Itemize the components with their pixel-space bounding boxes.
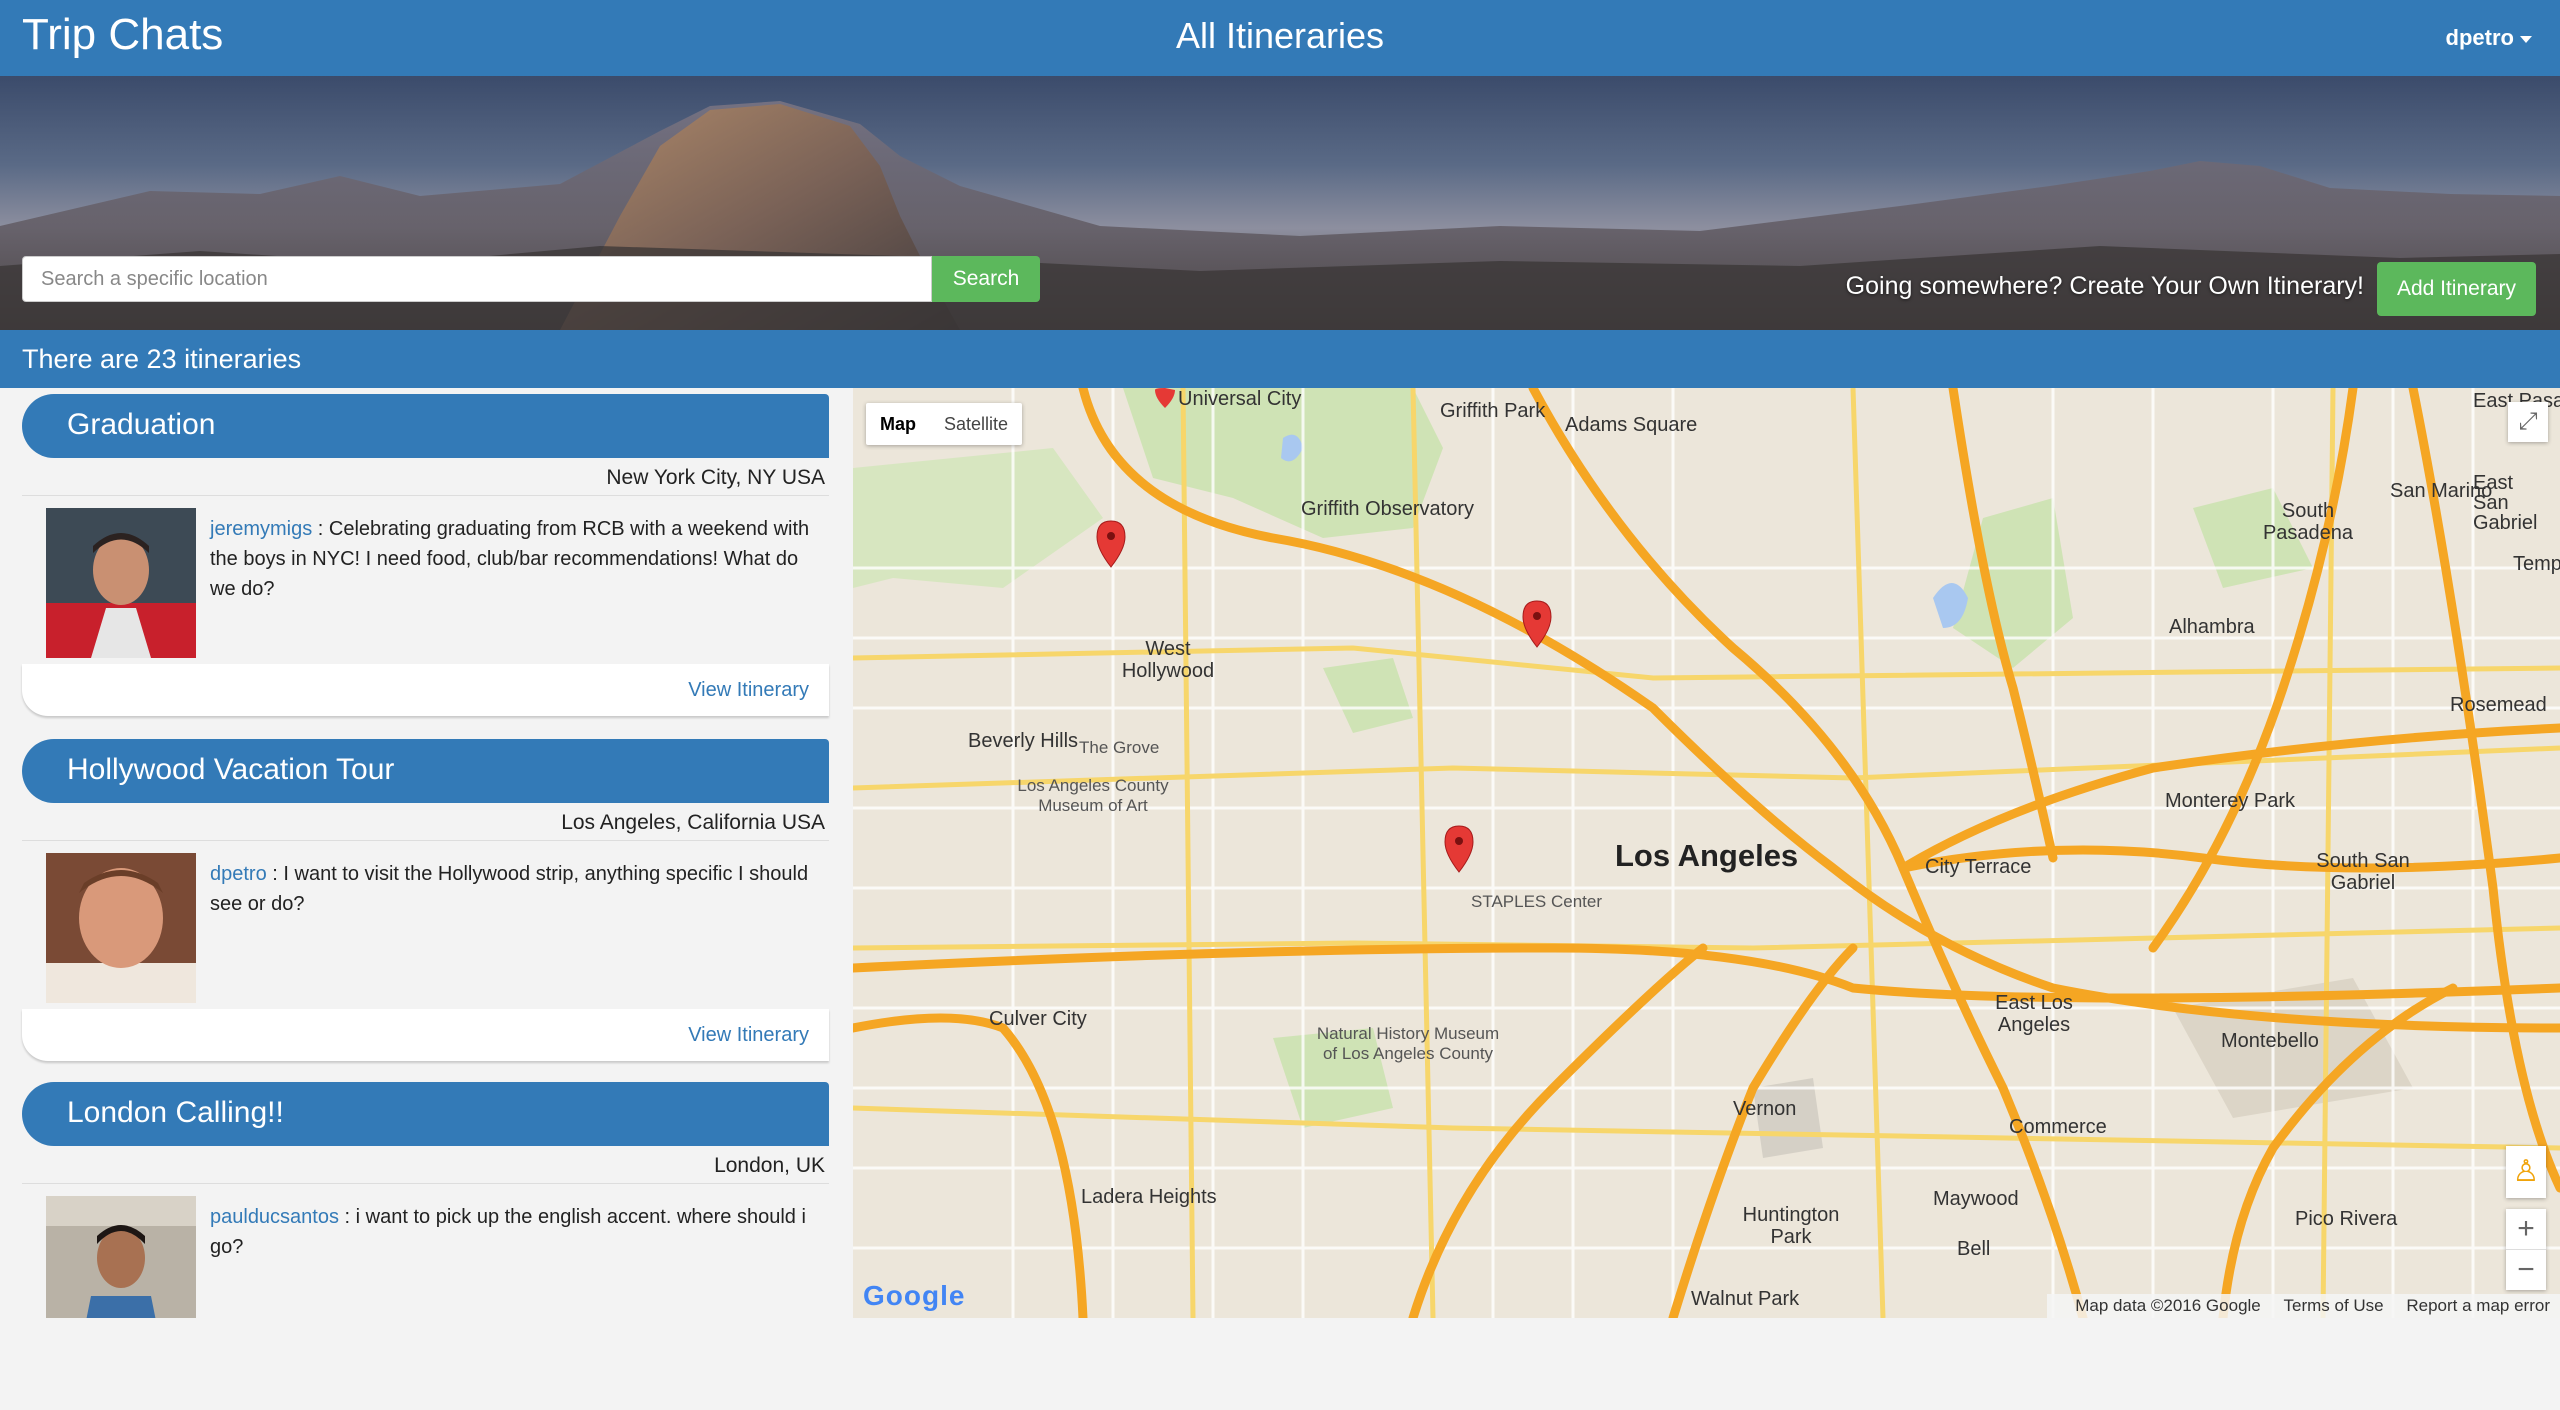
map-attribution: Map data ©2016 Google Terms of Use Repor… (2047, 1294, 2560, 1318)
itinerary-card: London Calling!! London, UK paulducsanto… (22, 1082, 829, 1318)
create-itinerary-prompt: Going somewhere? Create Your Own Itinera… (1845, 272, 2364, 300)
map-label: Alhambra (2169, 616, 2255, 638)
map-label: Montebello (2221, 1030, 2319, 1052)
map-label: Ladera Heights (1081, 1186, 1217, 1208)
google-logo[interactable]: Google (863, 1280, 965, 1312)
map-label: Bell (1957, 1238, 1991, 1260)
user-menu[interactable]: dpetro (2446, 25, 2532, 51)
map-label: Commerce (2009, 1116, 2107, 1138)
map-label: East Los Angeles (1995, 992, 2073, 1036)
map-type-map-button[interactable]: Map (866, 403, 930, 445)
view-itinerary-link[interactable]: View Itinerary (688, 1024, 809, 1046)
map-label: Vernon (1733, 1098, 1797, 1120)
search-input[interactable] (22, 256, 932, 302)
map-label-city: Los Angeles (1615, 838, 1799, 873)
google-logo-text: Google (863, 1280, 966, 1311)
map-label: Temple Cit (2513, 553, 2560, 575)
post-message: dpetro : I want to visit the Hollywood s… (210, 863, 809, 915)
navbar: Trip Chats All Itineraries dpetro (0, 0, 2560, 76)
map-label: South San Gabriel (2316, 850, 2410, 894)
map-label: City Terrace (1925, 856, 2032, 878)
terms-of-use-link[interactable]: Terms of Use (2284, 1296, 2384, 1315)
page-title: All Itineraries (1175, 15, 1385, 56)
map-type-satellite-button[interactable]: Satellite (930, 403, 1022, 445)
map-label: Griffith Observatory (1301, 498, 1475, 520)
itinerary-list: Graduation New York City, NY USA jeremym… (0, 388, 850, 1318)
map-data-text: Map data ©2016 Google (2075, 1296, 2261, 1315)
itinerary-title[interactable]: Graduation (22, 394, 829, 458)
hero-banner: Search Going somewhere? Create Your Own … (0, 76, 2560, 330)
map-label: Natural History Museum of Los Angeles Co… (1316, 1024, 1500, 1063)
itinerary-location: London, UK (22, 1146, 829, 1184)
itinerary-post: paulducsantos : i want to pick up the en… (22, 1184, 829, 1318)
map-label: Walnut Park (1691, 1288, 1800, 1310)
post-message: paulducsantos : i want to pick up the en… (210, 1206, 806, 1258)
map-label: The Grove (1079, 738, 1160, 757)
itinerary-title[interactable]: London Calling!! (22, 1082, 829, 1146)
map-label: Beverly Hills (968, 730, 1079, 752)
add-itinerary-button[interactable]: Add Itinerary (2376, 262, 2536, 316)
brand-link[interactable]: Trip Chats (22, 10, 223, 60)
map-marker[interactable] (1444, 825, 1474, 873)
street-view-pegman-icon[interactable]: ♙ (2506, 1146, 2546, 1198)
map-marker[interactable] (1096, 520, 1126, 568)
itinerary-card-footer: View Itinerary (22, 1009, 829, 1061)
itinerary-location: Los Angeles, California USA (22, 803, 829, 841)
avatar (46, 853, 196, 1003)
map-label: South Pasadena (2262, 500, 2354, 544)
map-label: Adams Square (1565, 414, 1698, 436)
zoom-out-button[interactable]: − (2506, 1250, 2546, 1290)
avatar (46, 508, 196, 658)
itinerary-location: New York City, NY USA (22, 458, 829, 496)
map-label: Rosemead (2450, 694, 2547, 716)
map-label: Griffith Park (1440, 400, 1546, 422)
search-button[interactable]: Search (932, 256, 1040, 302)
itinerary-card: Graduation New York City, NY USA jeremym… (22, 394, 829, 716)
user-menu-label: dpetro (2445, 25, 2514, 50)
view-itinerary-link[interactable]: View Itinerary (688, 679, 809, 701)
map-label: Monterey Park (2165, 790, 2296, 812)
avatar (46, 1196, 196, 1318)
post-author-link[interactable]: jeremymigs (210, 518, 312, 540)
map-label: Culver City (989, 1008, 1087, 1030)
itinerary-count: There are 23 itineraries (22, 344, 302, 374)
map-label: Los Angeles County Museum of Art (1017, 776, 1169, 815)
post-text: I want to visit the Hollywood strip, any… (210, 863, 809, 915)
post-message: jeremymigs : Celebrating graduating from… (210, 518, 810, 600)
map-label: Pico Rivera (2295, 1208, 2398, 1230)
post-author-link[interactable]: paulducsantos (210, 1206, 339, 1228)
post-author-link[interactable]: dpetro (210, 863, 267, 885)
zoom-in-button[interactable]: + (2506, 1209, 2546, 1249)
map-view[interactable]: Universal City Griffith Park East Pasade… (853, 388, 2560, 1318)
itinerary-post: dpetro : I want to visit the Hollywood s… (22, 841, 829, 1003)
map-label: East San Gabriel (2473, 472, 2538, 534)
map-label: West Hollywood (1121, 638, 1215, 682)
itinerary-card-footer: View Itinerary (22, 664, 829, 716)
itinerary-title[interactable]: Hollywood Vacation Tour (22, 739, 829, 803)
fullscreen-icon[interactable]: ⤢ (2508, 402, 2548, 442)
itinerary-post: jeremymigs : Celebrating graduating from… (22, 496, 829, 658)
report-map-error-link[interactable]: Report a map error (2406, 1296, 2550, 1315)
map-type-toggle: Map Satellite (866, 403, 1023, 445)
map-label: Maywood (1933, 1188, 2019, 1210)
itinerary-card: Hollywood Vacation Tour Los Angeles, Cal… (22, 739, 829, 1061)
itinerary-count-bar: There are 23 itineraries (0, 330, 2560, 388)
map-label: STAPLES Center (1471, 892, 1603, 911)
zoom-control: + − (2506, 1209, 2546, 1290)
chevron-down-icon (2520, 35, 2532, 43)
map-label: Universal City (1178, 388, 1302, 410)
map-label: Huntington Park (1742, 1204, 1840, 1248)
